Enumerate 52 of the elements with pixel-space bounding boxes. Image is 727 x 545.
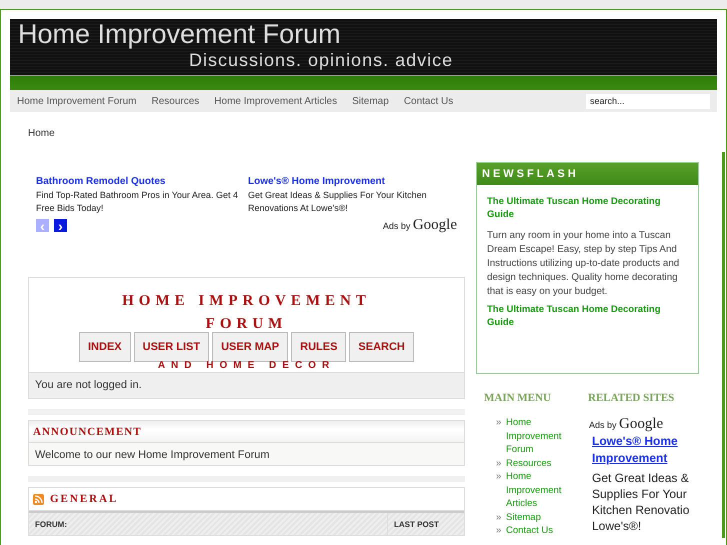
menu-link[interactable]: Home Improvement Articles — [506, 470, 576, 510]
bullet-glyph: » — [496, 456, 502, 470]
site-tagline: Discussions. opinions. advice — [189, 50, 454, 71]
ad-text: Supplies For Your — [592, 486, 688, 502]
login-status: You are not logged in. — [29, 372, 464, 398]
rss-icon[interactable] — [33, 494, 44, 504]
breadcrumb-link[interactable]: Home — [28, 128, 55, 139]
forum-nav-button[interactable]: SEARCH — [349, 332, 414, 362]
ad-link[interactable]: Lowe's® Home Improvement — [592, 433, 692, 467]
column-header: LAST POST — [387, 513, 464, 535]
ad-text: Lowe's®! — [592, 518, 642, 534]
column-header: FORUM: — [34, 519, 68, 531]
forum-subtitle: AND HOME DECOR — [158, 361, 336, 371]
menu-heading: RELATED SITES — [588, 392, 676, 404]
section-title: GENERAL — [50, 493, 118, 505]
ads-by-label: Ads by Google — [589, 416, 664, 433]
newsflash-link[interactable]: The Ultimate Tuscan Home Decorating Guide — [487, 303, 677, 329]
ad-text: Kitchen Renovatio — [592, 502, 690, 518]
bullet-glyph: » — [496, 524, 502, 538]
ad-text: Get Great Ideas & — [592, 470, 690, 486]
section-title: ANNOUNCEMENT — [33, 426, 142, 438]
announcement-text: Welcome to our new Home Improvement Forum — [29, 443, 464, 465]
bullet-glyph: » — [496, 470, 502, 484]
forum-title: FORUM — [206, 315, 288, 334]
forum-nav-button[interactable]: RULES — [291, 332, 346, 362]
bullet-glyph: » — [496, 416, 502, 430]
bullet-glyph: » — [496, 510, 502, 524]
menu-link[interactable]: Sitemap — [506, 510, 576, 524]
site-title: Home Improvement Forum — [18, 19, 341, 50]
menu-heading: MAIN MENU — [484, 392, 552, 404]
search-field[interactable]: search... — [586, 94, 710, 108]
ad-text: Get Great Ideas & Supplies For Your Kitchen Renovations At Lowe's®! — [248, 189, 428, 215]
nav-link[interactable]: Sitemap — [352, 96, 389, 106]
nav-link[interactable]: Contact Us — [404, 96, 454, 106]
nav-link[interactable]: Home Improvement Articles — [214, 96, 338, 106]
menu-link[interactable]: Contact Us — [506, 524, 576, 538]
forum-nav-button[interactable]: INDEX — [79, 332, 131, 362]
forum-nav-button[interactable]: USER MAP — [212, 332, 288, 362]
menu-link[interactable]: Home Improvement Forum — [506, 416, 576, 456]
nav-link[interactable]: Resources — [151, 96, 200, 106]
menu-link[interactable]: Resources — [506, 456, 576, 470]
newsflash-link[interactable]: The Ultimate Tuscan Home Decorating Guide — [487, 195, 677, 221]
panel-title: NEWSFLASH — [482, 168, 579, 180]
forum-title: HOME IMPROVEMENT — [122, 292, 371, 311]
ad-link[interactable]: Lowe's® Home Improvement — [248, 176, 460, 187]
nav-link[interactable]: Home Improvement Forum — [17, 96, 136, 106]
forum-nav-button[interactable]: USER LIST — [134, 332, 210, 362]
ad-link[interactable]: Bathroom Remodel Quotes — [36, 176, 248, 187]
pager-button[interactable]: › — [54, 219, 67, 232]
ads-by-label: Ads by Google — [382, 217, 457, 234]
newsflash-text: Turn any room in your home into a Tuscan Dream Escape! Easy, step by step Tips And Instructions utilizing up-to-date products and design techniques. Quality home decorating that is easy on your budget. — [487, 229, 680, 299]
ad-text: Find Top-Rated Bathroom Pros in Your Area. Get 4 Free Bids Today! — [36, 189, 239, 215]
